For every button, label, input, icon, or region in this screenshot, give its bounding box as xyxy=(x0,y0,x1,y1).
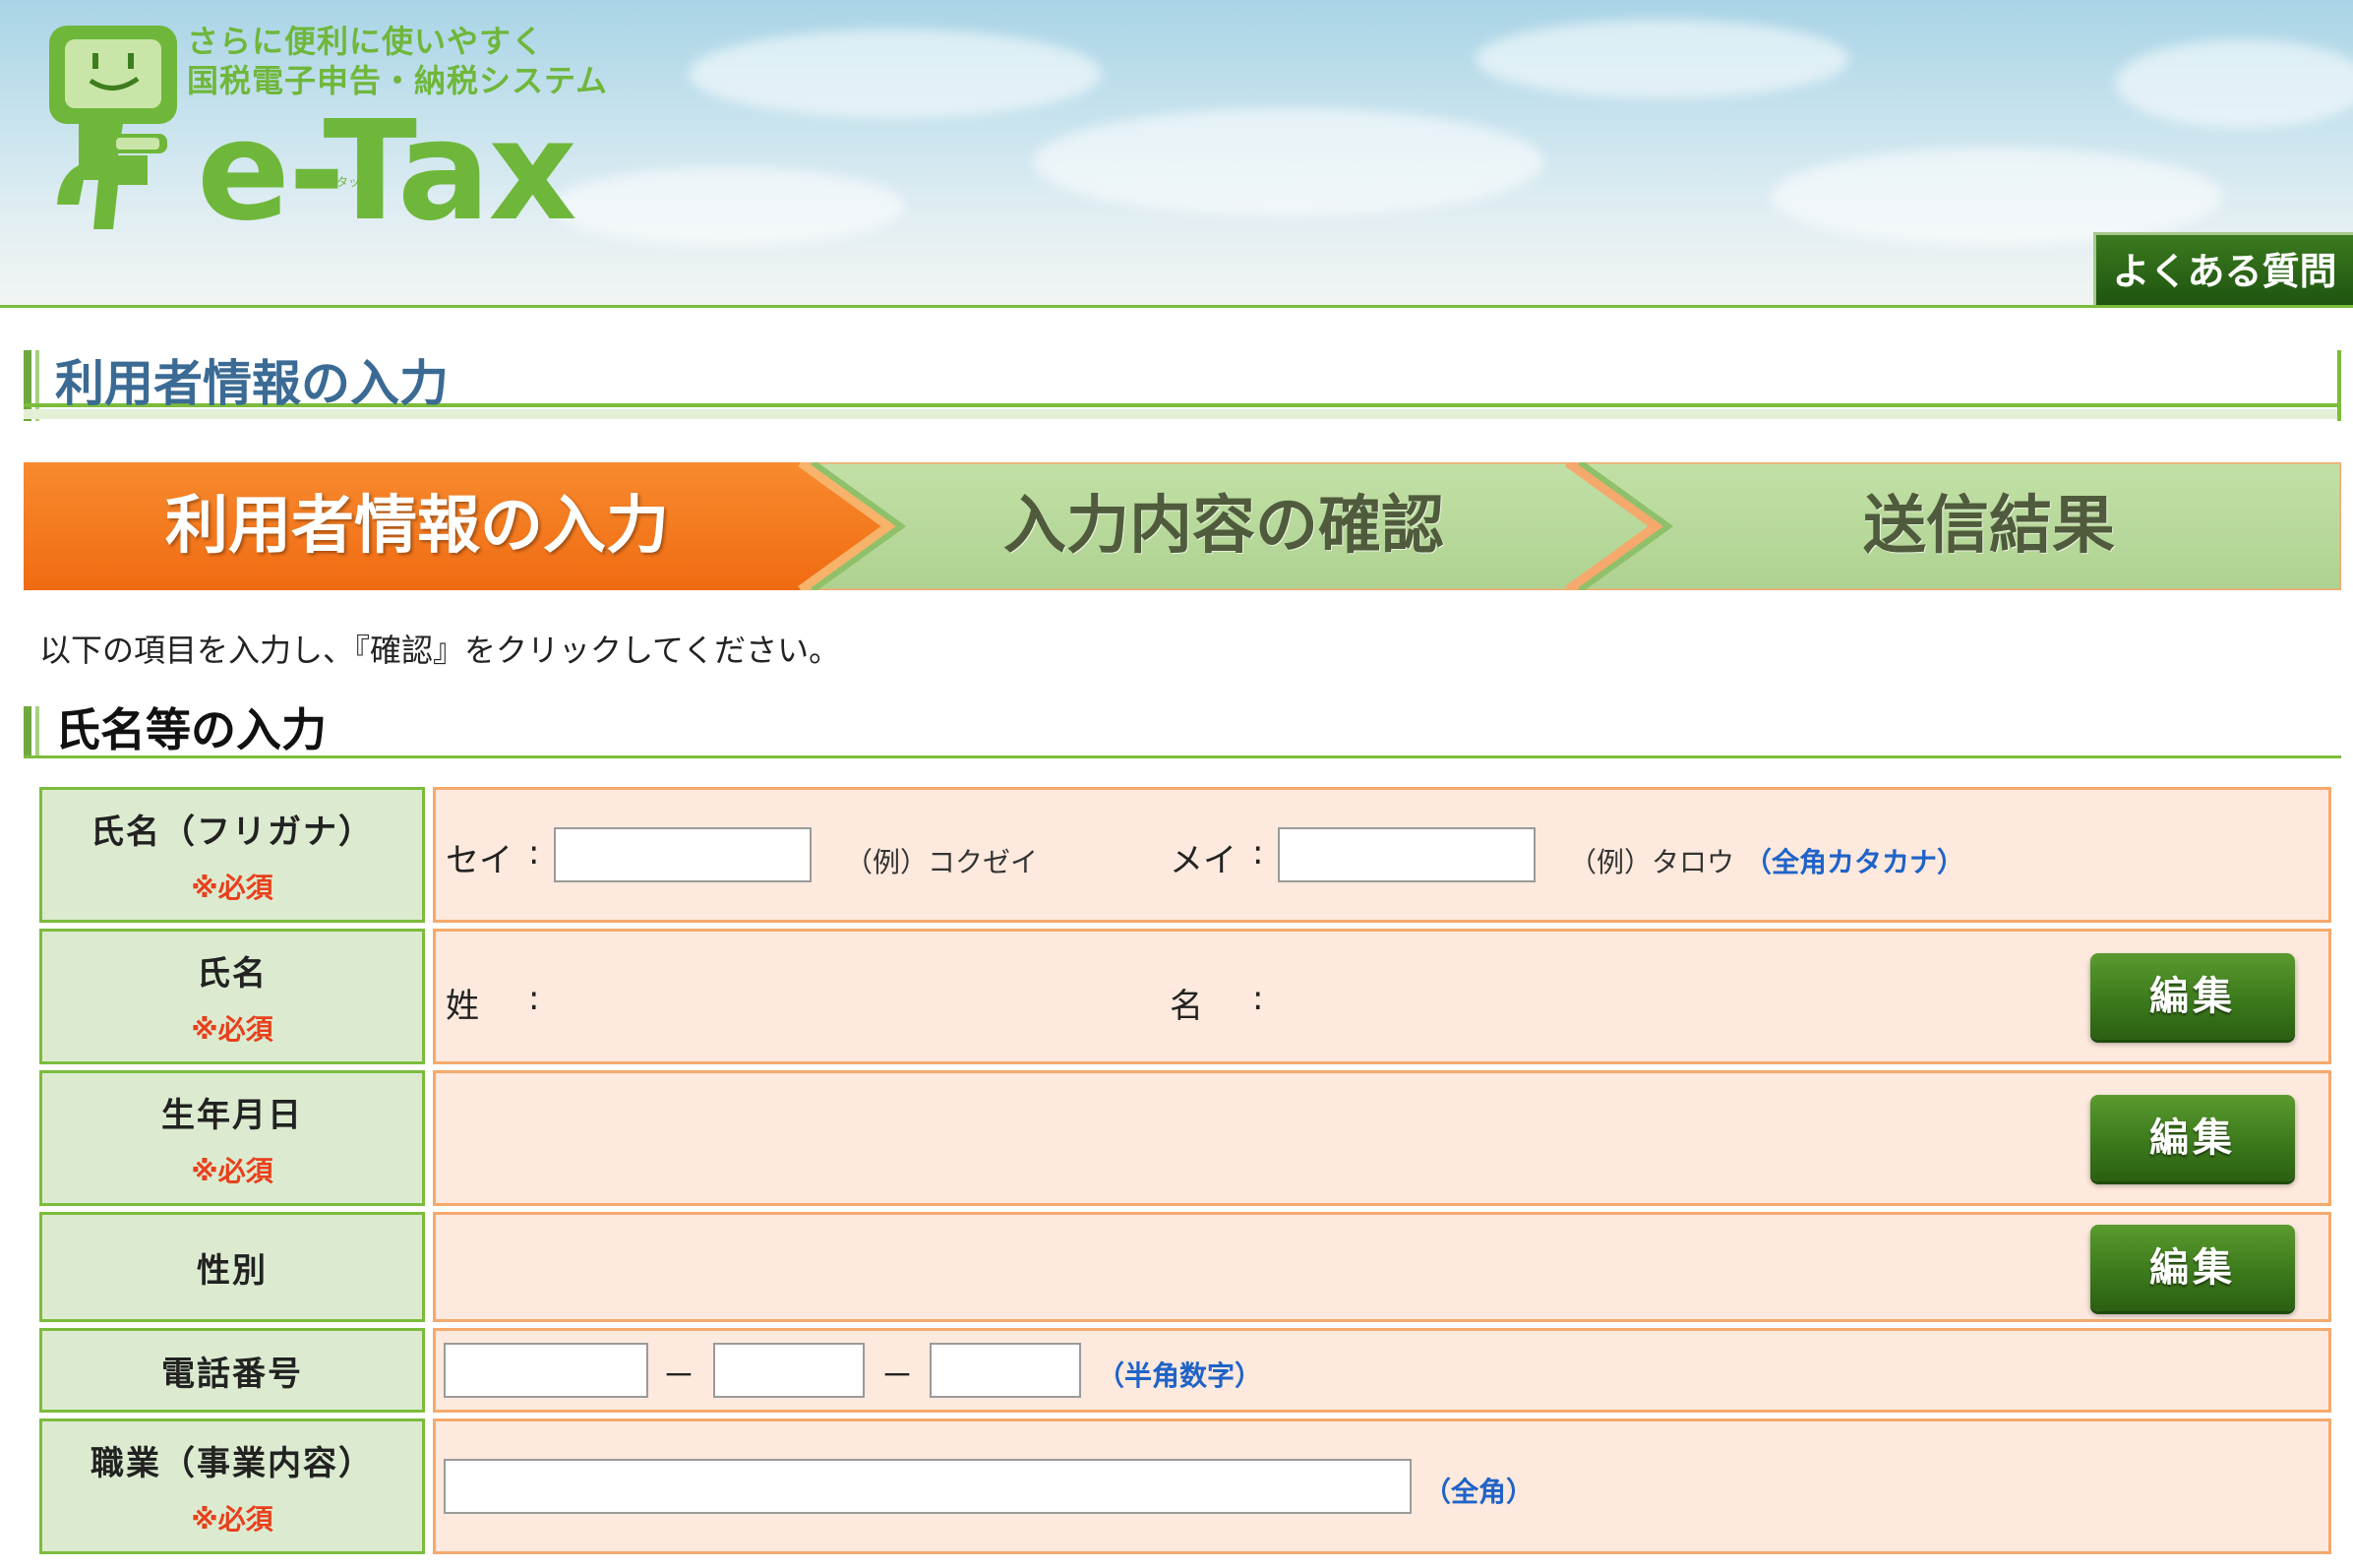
phone-part2-input[interactable] xyxy=(713,1343,865,1398)
logo-ruby: イータックス xyxy=(313,175,384,189)
etax-logo-text: e-Tax xyxy=(197,91,577,252)
page-title-block: 利用者情報の入力 xyxy=(24,350,2341,421)
step-result: 送信結果 xyxy=(1863,489,2115,563)
surname-label: 姓 xyxy=(446,987,479,1026)
mei-kana-example: （例）タロウ xyxy=(1569,846,1735,878)
gender-edit-button[interactable]: 編集 xyxy=(2090,1225,2295,1311)
section-title: 氏名等の入力 xyxy=(55,703,327,756)
required-mark: ※必須 xyxy=(191,1502,273,1536)
step-confirm: 入力内容の確認 xyxy=(1003,489,1444,563)
field-label: 氏名（フリガナ） xyxy=(90,812,374,852)
furigana-hint: （全角カタカナ） xyxy=(1744,846,1965,878)
required-mark: ※必須 xyxy=(191,1154,273,1187)
field-label: 性別 xyxy=(197,1250,268,1291)
sei-kana-input[interactable] xyxy=(554,827,812,882)
mei-kana-input[interactable] xyxy=(1278,827,1536,882)
label-cell: 氏名 ※必須 xyxy=(39,929,425,1064)
given-name-label: 名 xyxy=(1170,987,1203,1026)
form-row-occupation: 職業（事業内容） ※必須 （全角） xyxy=(39,1418,2331,1554)
label-cell: 生年月日 ※必須 xyxy=(39,1070,425,1206)
phone-separator: － xyxy=(662,1357,695,1396)
form-row-gender: 性別 編集 xyxy=(39,1212,2331,1322)
label-cell: 電話番号 xyxy=(39,1328,425,1413)
field-label: 氏名 xyxy=(197,953,268,994)
required-mark: ※必須 xyxy=(191,871,273,904)
etax-mascot-logo xyxy=(49,26,177,229)
label-cell: 氏名（フリガナ） ※必須 xyxy=(39,787,425,923)
occupation-hint: （全角） xyxy=(1423,1476,1535,1508)
form-row-phone: 電話番号 － － （半角数字） xyxy=(39,1328,2331,1413)
value-cell: 編集 xyxy=(433,1212,2331,1322)
progress-steps: 利用者情報の入力 入力内容の確認 送信結果 xyxy=(24,462,2341,590)
value-cell: （全角） xyxy=(433,1418,2331,1554)
value-cell: 姓 : 名 : 編集 xyxy=(433,929,2331,1064)
form-row-birthdate: 生年月日 ※必須 編集 xyxy=(39,1070,2331,1206)
phone-separator: － xyxy=(880,1357,914,1396)
phone-part3-input[interactable] xyxy=(930,1343,1081,1398)
form-row-furigana: 氏名（フリガナ） ※必須 セイ : （例）コクゼイ メイ : （例）タロウ （全… xyxy=(39,787,2331,923)
tagline-line1: さらに便利に使いやすく xyxy=(187,23,545,60)
birthdate-edit-button[interactable]: 編集 xyxy=(2090,1095,2295,1181)
value-cell: 編集 xyxy=(433,1070,2331,1206)
sei-kana-example: （例）コクゼイ xyxy=(845,846,1039,878)
phone-hint: （半角数字） xyxy=(1097,1359,1263,1392)
header-divider xyxy=(0,305,2353,308)
name-edit-button[interactable]: 編集 xyxy=(2090,953,2295,1040)
sei-kana-label: セイ xyxy=(446,841,513,880)
faq-button[interactable]: よくある質問 xyxy=(2093,232,2353,305)
field-label: 電話番号 xyxy=(161,1354,303,1394)
phone-part1-input[interactable] xyxy=(444,1343,648,1398)
label-cell: 職業（事業内容） ※必須 xyxy=(39,1418,425,1554)
label-cell: 性別 xyxy=(39,1212,425,1322)
step-current-input: 利用者情報の入力 xyxy=(165,489,669,563)
field-label: 生年月日 xyxy=(161,1095,303,1135)
logo-tagline: さらに便利に使いやすく 国税電子申告・納税システム xyxy=(187,22,608,100)
field-label: 職業（事業内容） xyxy=(90,1443,374,1483)
mei-kana-label: メイ xyxy=(1170,841,1237,880)
value-cell: セイ : （例）コクゼイ メイ : （例）タロウ （全角カタカナ） xyxy=(433,787,2331,923)
section-title-block: 氏名等の入力 xyxy=(24,700,2341,758)
occupation-input[interactable] xyxy=(444,1459,1412,1514)
instruction-text: 以下の項目を入力し、『確認』をクリックしてください。 xyxy=(39,632,841,669)
form-row-name: 氏名 ※必須 姓 : 名 : 編集 xyxy=(39,929,2331,1064)
page-title: 利用者情報の入力 xyxy=(55,355,449,412)
site-header: さらに便利に使いやすく 国税電子申告・納税システム e-Tax イータックス よ… xyxy=(0,0,2353,305)
required-mark: ※必須 xyxy=(191,1012,273,1046)
value-cell: － － （半角数字） xyxy=(433,1328,2331,1413)
